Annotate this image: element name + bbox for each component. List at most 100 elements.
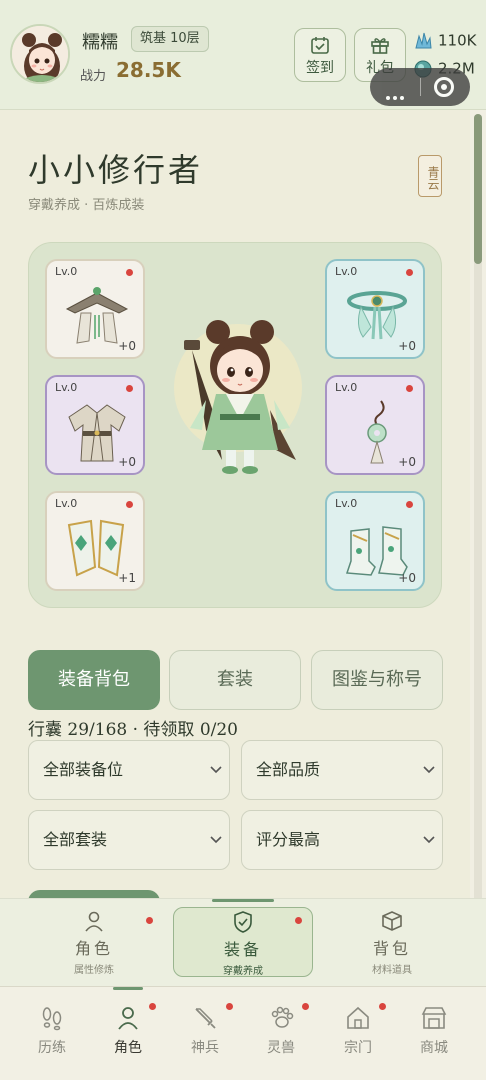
- equip-slot-hat[interactable]: Lv.0 +0: [45, 259, 145, 359]
- filter-quality-select[interactable]: 全部品质: [241, 740, 443, 800]
- chevron-down-icon: [423, 766, 435, 774]
- nav-adventure[interactable]: 历练: [12, 1005, 92, 1057]
- equip-slot-boots[interactable]: Lv.0 +0: [325, 491, 425, 591]
- slot-enhance: +0: [398, 571, 416, 585]
- filter-sort-value: 评分最高: [256, 830, 321, 849]
- subnav-role-label: 角色: [74, 939, 113, 958]
- crystal-amount: 110K: [438, 31, 477, 50]
- slot-enhance: +0: [398, 339, 416, 353]
- checkin-label: 签到: [306, 60, 334, 76]
- filter-quality-value: 全部品质: [256, 760, 321, 779]
- filter-slot-select[interactable]: 全部装备位: [28, 740, 230, 800]
- slot-level: Lv.0: [55, 381, 78, 394]
- red-dot-badge: [295, 917, 302, 924]
- sub-navigation: 角色 属性修炼 装备 穿戴养成 背包 材料道具: [0, 898, 486, 986]
- subnav-equipment[interactable]: 装备 穿戴养成: [173, 907, 313, 977]
- slot-level: Lv.0: [335, 381, 358, 394]
- red-dot-badge: [379, 1003, 386, 1010]
- player-name: 糯糯: [82, 32, 118, 53]
- close-miniprogram-icon[interactable]: [434, 77, 454, 97]
- box-icon: [382, 911, 402, 931]
- nav-sect[interactable]: 宗门: [318, 1005, 398, 1057]
- slot-level: Lv.0: [335, 497, 358, 510]
- red-dot-badge: [406, 385, 413, 392]
- nav-sect-label: 宗门: [344, 1040, 372, 1056]
- more-icon[interactable]: [386, 85, 408, 100]
- power-value: 28.5K: [116, 58, 181, 82]
- equip-slot-pendant[interactable]: Lv.0 +0: [325, 375, 425, 475]
- slot-enhance: +0: [398, 455, 416, 469]
- bottom-navigation: 历练 角色 神兵 灵兽 宗门 商城: [0, 986, 486, 1080]
- filter-set-select[interactable]: 全部套装: [28, 810, 230, 870]
- subnav-equipment-label: 装备: [223, 940, 262, 959]
- slot-enhance: +0: [118, 339, 136, 353]
- red-dot-badge: [302, 1003, 309, 1010]
- subnav-bag[interactable]: 背包 材料道具: [322, 907, 462, 977]
- slot-enhance: +1: [118, 571, 136, 585]
- nav-shop-label: 商城: [420, 1040, 448, 1056]
- chevron-down-icon: [210, 766, 222, 774]
- equip-slot-robe[interactable]: Lv.0 +0: [45, 375, 145, 475]
- page-subtitle: 穿戴养成 · 百炼成装: [28, 198, 145, 213]
- red-dot-badge: [226, 1003, 233, 1010]
- nav-role-label: 角色: [114, 1040, 142, 1056]
- shop-icon: [421, 1007, 447, 1029]
- red-dot-badge: [146, 917, 153, 924]
- subnav-bag-label: 背包: [372, 939, 411, 958]
- red-dot-badge: [406, 269, 413, 276]
- sword-icon: [195, 1008, 216, 1029]
- realm-badge: 筑基 10层: [131, 26, 209, 52]
- equip-slot-bracer[interactable]: Lv.0 +1: [45, 491, 145, 591]
- nav-spirit-beast[interactable]: 灵兽: [241, 1005, 321, 1057]
- capsule-divider: [420, 78, 421, 96]
- subnav-bag-sub: 材料道具: [372, 965, 412, 976]
- subnav-indicator: [212, 899, 274, 902]
- bottom-nav-indicator: [113, 987, 143, 990]
- paw-icon: [271, 1006, 294, 1028]
- gift-icon: [371, 38, 389, 54]
- nav-spirit-beast-label: 灵兽: [267, 1040, 295, 1056]
- seal-stamp: 青云: [418, 155, 442, 197]
- power-label: 战力: [80, 69, 107, 84]
- nav-weapons[interactable]: 神兵: [165, 1005, 245, 1057]
- tab-codex-titles[interactable]: 图鉴与称号: [311, 650, 443, 710]
- red-dot-badge: [126, 269, 133, 276]
- player-avatar[interactable]: [10, 24, 70, 84]
- tab-equipment-bag[interactable]: 装备背包: [28, 650, 160, 710]
- checkin-button[interactable]: 签到: [294, 28, 346, 82]
- crystal-resource: 110K: [412, 30, 476, 52]
- equip-slot-belt[interactable]: Lv.0 +0: [325, 259, 425, 359]
- red-dot-badge: [126, 501, 133, 508]
- scrollbar-thumb[interactable]: [474, 114, 482, 264]
- page-title: 小小修行者: [28, 151, 204, 189]
- character-figure: [174, 320, 302, 474]
- filter-set-value: 全部套装: [43, 830, 108, 849]
- nav-adventure-label: 历练: [38, 1040, 66, 1056]
- footprints-icon: [42, 1007, 62, 1031]
- red-dot-badge: [126, 385, 133, 392]
- filter-sort-select[interactable]: 评分最高: [241, 810, 443, 870]
- person-icon: [118, 1007, 138, 1030]
- slot-level: Lv.0: [335, 265, 358, 278]
- miniprogram-capsule[interactable]: [370, 68, 470, 106]
- filter-slot-value: 全部装备位: [43, 760, 124, 779]
- chevron-down-icon: [423, 836, 435, 844]
- crystal-icon: [415, 32, 432, 49]
- red-dot-badge: [406, 501, 413, 508]
- nav-weapons-label: 神兵: [191, 1040, 219, 1056]
- bag-status: 行囊 29/168 · 待领取 0/20: [28, 720, 239, 740]
- nav-role[interactable]: 角色: [88, 1005, 168, 1057]
- person-icon: [85, 911, 103, 932]
- tab-sets[interactable]: 套装: [169, 650, 301, 710]
- subnav-equipment-sub: 穿戴养成: [223, 966, 263, 977]
- home-icon: [347, 1006, 369, 1029]
- red-dot-badge: [149, 1003, 156, 1010]
- nav-shop[interactable]: 商城: [394, 1005, 474, 1057]
- slot-level: Lv.0: [55, 497, 78, 510]
- shield-check-icon: [234, 911, 252, 933]
- chevron-down-icon: [210, 836, 222, 844]
- subnav-role-sub: 属性修炼: [74, 965, 114, 976]
- subnav-role[interactable]: 角色 属性修炼: [24, 907, 164, 977]
- slot-level: Lv.0: [55, 265, 78, 278]
- calendar-check-icon: [311, 37, 329, 54]
